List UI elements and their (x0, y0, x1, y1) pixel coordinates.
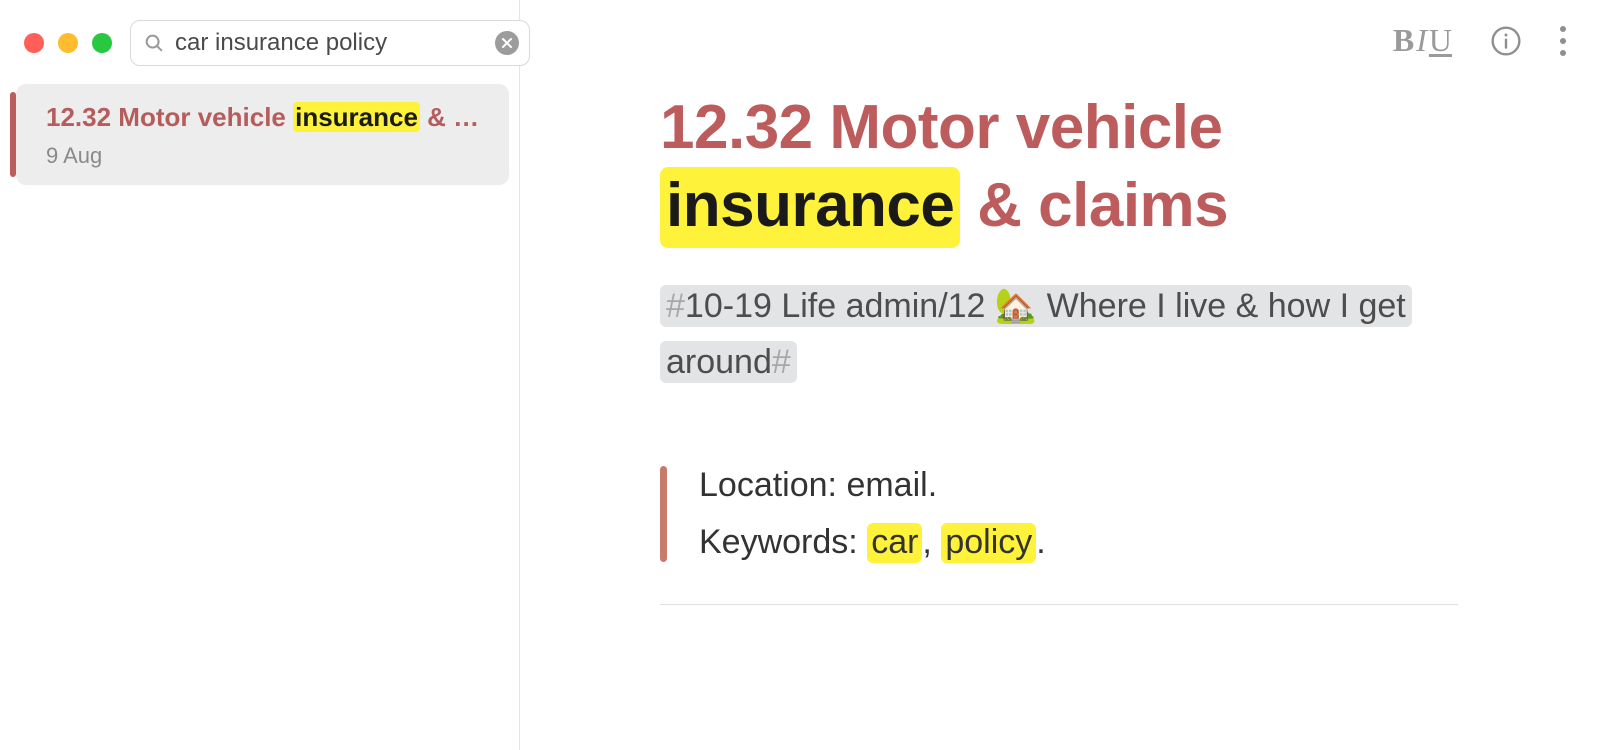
keyword-highlight: car (867, 523, 922, 563)
text-format-group[interactable]: B I U (1393, 22, 1452, 59)
toolbar: B I U (520, 0, 1608, 59)
search-input[interactable] (175, 29, 485, 57)
keyword-end: . (1036, 523, 1045, 561)
search-icon (143, 32, 165, 54)
result-title-pre: 12.32 Motor vehicle (46, 102, 293, 132)
note-content: 12.32 Motor vehicle insurance & claims #… (520, 59, 1608, 562)
note-breadcrumb[interactable]: #10-19 Life admin/12 🏡 Where I live & ho… (660, 278, 1458, 390)
window-controls (24, 33, 112, 53)
sidebar: 12.32 Motor vehicle insurance & c... 9 A… (0, 0, 520, 750)
note-title-post: & claims (960, 171, 1228, 240)
breadcrumb-hash-close: # (772, 343, 791, 381)
section-divider (660, 604, 1458, 605)
minimize-window-button[interactable] (58, 33, 78, 53)
search-result-item[interactable]: 12.32 Motor vehicle insurance & c... 9 A… (16, 84, 509, 185)
kebab-dot-icon (1560, 38, 1566, 44)
result-date: 9 Aug (46, 143, 487, 169)
zoom-window-button[interactable] (92, 33, 112, 53)
bold-button[interactable]: B (1393, 22, 1414, 59)
note-title[interactable]: 12.32 Motor vehicle insurance & claims (660, 89, 1458, 248)
note-title-highlight: insurance (660, 167, 960, 249)
clear-search-button[interactable] (495, 31, 519, 55)
keywords-label: Keywords: (699, 523, 867, 561)
location-value: email. (846, 466, 937, 504)
location-line: Location: email. (699, 466, 1046, 505)
note-title-pre: 12.32 Motor vehicle (660, 93, 1223, 162)
result-title-highlight: insurance (293, 102, 420, 132)
close-icon (501, 37, 513, 49)
kebab-dot-icon (1560, 26, 1566, 32)
keyword-highlight: policy (941, 523, 1036, 563)
breadcrumb-hash-open: # (666, 287, 685, 325)
underline-button[interactable]: U (1429, 22, 1452, 59)
result-title-post: & c... (420, 102, 487, 132)
info-icon (1490, 25, 1522, 57)
search-box[interactable] (130, 20, 530, 66)
keywords-line: Keywords: car, policy. (699, 523, 1046, 562)
info-button[interactable] (1490, 25, 1522, 57)
location-label: Location: (699, 466, 846, 504)
kebab-dot-icon (1560, 50, 1566, 56)
note-meta-block: Location: email. Keywords: car, policy. (660, 466, 1458, 562)
note-meta-lines[interactable]: Location: email. Keywords: car, policy. (699, 466, 1046, 562)
main-pane: B I U 12.32 Motor vehicle insurance & cl… (520, 0, 1608, 750)
keyword-separator: , (922, 523, 941, 561)
close-window-button[interactable] (24, 33, 44, 53)
more-menu-button[interactable] (1560, 26, 1566, 56)
sidebar-header (0, 20, 519, 84)
search-results: 12.32 Motor vehicle insurance & c... 9 A… (0, 84, 519, 185)
italic-button[interactable]: I (1416, 22, 1427, 59)
quote-bar (660, 466, 667, 562)
result-title: 12.32 Motor vehicle insurance & c... (46, 102, 487, 133)
